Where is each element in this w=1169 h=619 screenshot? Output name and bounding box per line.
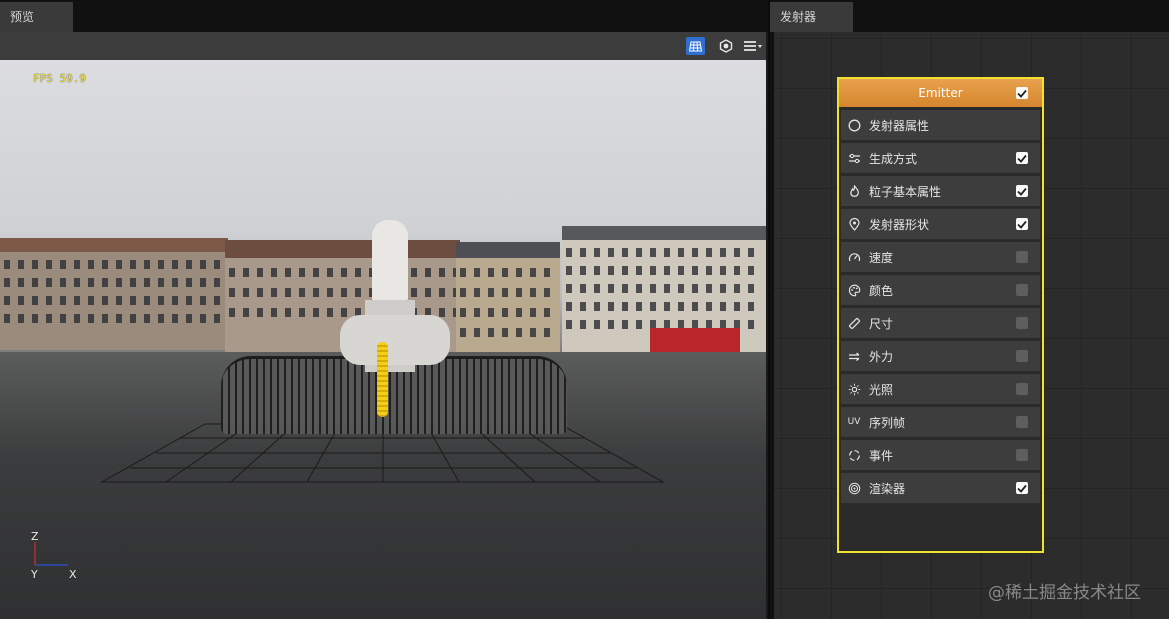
particle-emitter (377, 342, 388, 417)
module-label: 渲染器 (869, 481, 906, 496)
module-color[interactable]: 颜色 (841, 275, 1040, 305)
arrows-right-icon (847, 349, 861, 363)
module-label: 生成方式 (869, 151, 918, 166)
module-emitter-shape[interactable]: 发射器形状 (841, 209, 1040, 239)
emitter-node-header[interactable]: Emitter (839, 79, 1042, 107)
module-size[interactable]: 尺寸 (841, 308, 1040, 338)
preview-panel: 预览 FPS 59.9 Z Y X (0, 0, 768, 619)
grid-icon (689, 41, 702, 51)
module-checkbox[interactable] (1016, 482, 1028, 494)
module-label: 速度 (869, 250, 894, 265)
axis-z-label: Z (31, 530, 39, 543)
statue-figures (340, 315, 450, 365)
preview-viewport[interactable]: FPS 59.9 Z Y X (0, 60, 766, 619)
module-label: 粒子基本属性 (869, 184, 942, 199)
sliders-icon (847, 151, 861, 165)
module-label: 事件 (869, 448, 894, 463)
axis-x-label: X (69, 568, 77, 581)
tab-preview[interactable]: 预览 (0, 2, 73, 32)
module-checkbox[interactable] (1016, 416, 1028, 428)
module-velocity[interactable]: 速度 (841, 242, 1040, 272)
circle-icon (847, 118, 861, 132)
render-icon (847, 481, 861, 495)
check-icon (1017, 154, 1027, 163)
module-external-force[interactable]: 外力 (841, 341, 1040, 371)
module-spawn-mode[interactable]: 生成方式 (841, 143, 1040, 173)
emitter-node-title: Emitter (918, 86, 963, 100)
module-label: 光照 (869, 382, 894, 397)
menu-icon (744, 41, 762, 51)
check-icon (1017, 484, 1027, 493)
module-checkbox[interactable] (1016, 218, 1028, 230)
emitter-node[interactable]: Emitter 发射器属性 生成方式 粒子基本属性 发射器形状 速度 颜色 尺寸… (837, 77, 1044, 553)
module-label: 序列帧 (869, 415, 906, 430)
emitter-tab-strip: 发射器 (770, 0, 1169, 32)
preview-tab-strip: 预览 (0, 0, 768, 32)
module-label: 颜色 (869, 283, 894, 298)
module-checkbox[interactable] (1016, 185, 1028, 197)
sun-icon (847, 382, 861, 396)
watermark: @稀土掘金技术社区 (988, 583, 1141, 603)
module-sprite-sequence[interactable]: UV 序列帧 (841, 407, 1040, 437)
module-checkbox[interactable] (1016, 251, 1028, 263)
module-particle-basic[interactable]: 粒子基本属性 (841, 176, 1040, 206)
check-icon (1017, 89, 1027, 98)
menu-button[interactable] (742, 37, 766, 55)
check-icon (1017, 220, 1027, 229)
palette-icon (847, 283, 861, 297)
module-checkbox[interactable] (1016, 284, 1028, 296)
emitter-enabled-checkbox[interactable] (1016, 87, 1028, 99)
camera-button[interactable] (716, 37, 735, 55)
preview-toolbar (0, 32, 766, 60)
statue (372, 220, 408, 302)
module-label: 尺寸 (869, 316, 894, 331)
flame-icon (847, 184, 861, 198)
check-icon (1017, 187, 1027, 196)
module-renderer[interactable]: 渲染器 (841, 473, 1040, 503)
module-lighting[interactable]: 光照 (841, 374, 1040, 404)
tab-emitter[interactable]: 发射器 (770, 2, 853, 32)
module-events[interactable]: 事件 (841, 440, 1040, 470)
camera-icon (719, 39, 732, 53)
module-checkbox[interactable] (1016, 317, 1028, 329)
uv-icon: UV (847, 417, 861, 427)
fps-counter: FPS 59.9 (33, 72, 86, 85)
speedometer-icon (847, 250, 861, 264)
module-checkbox[interactable] (1016, 383, 1028, 395)
location-pin-icon (847, 217, 861, 231)
module-checkbox[interactable] (1016, 350, 1028, 362)
axis-gizmo: Z Y X (26, 530, 86, 581)
axis-y-label: Y (31, 568, 38, 581)
ruler-icon (847, 316, 861, 330)
module-label: 外力 (869, 349, 894, 364)
refresh-icon (847, 448, 861, 462)
module-label: 发射器属性 (869, 118, 930, 133)
module-label: 发射器形状 (869, 217, 930, 232)
grid-toggle-button[interactable] (686, 37, 705, 55)
module-checkbox[interactable] (1016, 449, 1028, 461)
module-emitter-properties[interactable]: 发射器属性 (841, 110, 1040, 140)
module-checkbox[interactable] (1016, 152, 1028, 164)
